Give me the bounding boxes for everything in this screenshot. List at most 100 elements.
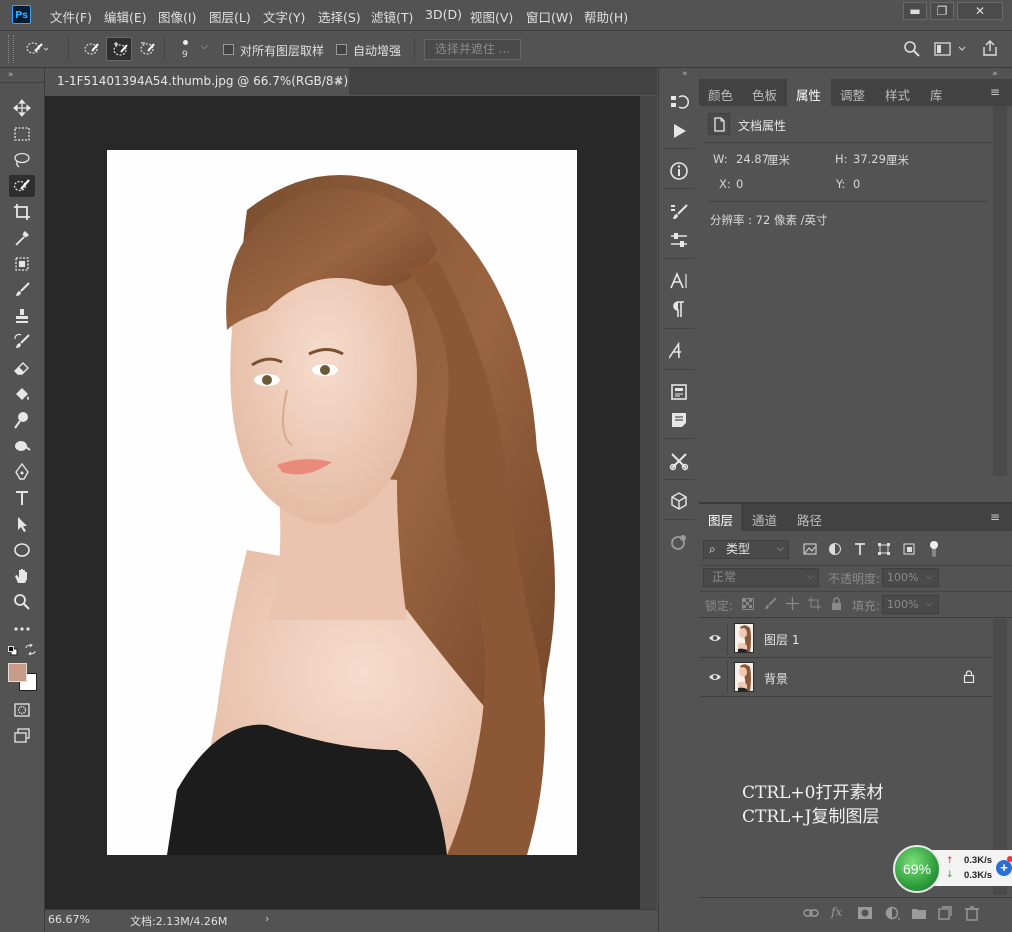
crop-tool[interactable] xyxy=(9,201,35,223)
plus-icon[interactable]: + xyxy=(996,860,1012,876)
link-layers-icon[interactable] xyxy=(803,905,819,921)
menu-filter[interactable]: 滤镜(T) xyxy=(371,7,413,26)
tool-preset-picker[interactable] xyxy=(20,37,49,61)
menu-type[interactable]: 文字(Y) xyxy=(263,7,305,26)
quick-selection-tool[interactable] xyxy=(9,175,35,197)
tab-layers[interactable]: 图层 xyxy=(708,510,733,529)
collapse-right-arrows-icon[interactable]: » xyxy=(992,69,998,79)
clone-stamp-tool[interactable] xyxy=(9,305,35,327)
auto-enhance-checkbox[interactable] xyxy=(336,44,347,55)
search-icon[interactable] xyxy=(903,40,921,58)
pen-tool[interactable] xyxy=(9,461,35,483)
layer-name[interactable]: 图层 1 xyxy=(764,631,799,648)
ellipse-tool[interactable] xyxy=(9,539,35,561)
lock-transparent-icon[interactable] xyxy=(742,598,754,610)
document-tab[interactable]: 1-1F51401394A54.thumb.jpg @ 66.7%(RGB/8#… xyxy=(45,68,349,115)
layer-filter-kind-select[interactable]: ⌕ 类型 ⌵ xyxy=(703,540,789,559)
paint-bucket-tool[interactable] xyxy=(9,383,35,405)
brush-settings-icon[interactable] xyxy=(668,229,690,251)
lock-all-icon[interactable] xyxy=(830,597,843,610)
filter-adjustment-icon[interactable] xyxy=(828,542,842,556)
opacity-input[interactable]: 100% ⌵ xyxy=(882,568,939,587)
history-brush-tool[interactable] xyxy=(9,331,35,353)
x-value[interactable]: 0 xyxy=(736,177,743,191)
maximize-button[interactable]: ❐ xyxy=(930,2,954,20)
workspace-switcher[interactable] xyxy=(933,40,967,58)
tab-styles[interactable]: 样式 xyxy=(885,85,910,104)
layer-name[interactable]: 背景 xyxy=(764,670,788,687)
blend-mode-select[interactable]: 正常 ⌵ xyxy=(703,568,819,587)
type-tool[interactable] xyxy=(9,487,35,509)
new-adjustment-layer-icon[interactable] xyxy=(885,905,901,921)
properties-scrollbar[interactable] xyxy=(993,106,1007,476)
options-grip[interactable] xyxy=(8,35,14,63)
notes-panel-icon[interactable] xyxy=(668,409,690,431)
menu-window[interactable]: 窗口(W) xyxy=(526,7,573,26)
menu-help[interactable]: 帮助(H) xyxy=(584,7,628,26)
width-value[interactable]: 24.87 xyxy=(736,152,769,166)
menu-select[interactable]: 选择(S) xyxy=(318,7,361,26)
menu-3d[interactable]: 3D(D) xyxy=(425,7,462,22)
add-mask-icon[interactable] xyxy=(857,905,873,921)
close-button[interactable]: ✕ xyxy=(957,2,1003,20)
collapse-arrows-icon[interactable]: » xyxy=(8,70,14,80)
sample-all-layers-checkbox[interactable] xyxy=(223,44,234,55)
new-layer-icon[interactable] xyxy=(937,905,953,921)
filter-smart-object-icon[interactable] xyxy=(902,542,916,556)
eye-visibility-icon[interactable] xyxy=(708,670,722,684)
vertical-scrollbar[interactable] xyxy=(640,96,657,909)
filter-toggle-switch[interactable] xyxy=(928,540,940,558)
close-tab-icon[interactable]: ✕ xyxy=(334,68,343,95)
eye-visibility-icon[interactable] xyxy=(708,631,722,645)
tab-properties[interactable]: 属性 xyxy=(796,85,821,104)
layer-row[interactable]: 背景 xyxy=(700,658,992,697)
collapse-left-arrows-icon[interactable]: « xyxy=(682,69,688,79)
height-value[interactable]: 37.29 xyxy=(853,152,886,166)
healing-brush-tool[interactable] xyxy=(9,253,35,275)
glyphs-panel-icon[interactable] xyxy=(668,340,690,362)
menu-edit[interactable]: 编辑(E) xyxy=(104,7,147,26)
eraser-tool[interactable] xyxy=(9,357,35,379)
history-panel-icon[interactable] xyxy=(668,91,690,113)
path-selection-tool[interactable] xyxy=(9,513,35,535)
memory-usage-badge[interactable]: 69% xyxy=(893,845,941,893)
menu-view[interactable]: 视图(V) xyxy=(470,7,513,26)
filter-type-icon[interactable] xyxy=(853,542,867,556)
3d-panel-icon[interactable] xyxy=(668,490,690,512)
select-and-mask-button[interactable]: 选择并遮住 ... xyxy=(424,39,521,60)
lock-pixels-icon[interactable] xyxy=(764,597,777,610)
tab-paths[interactable]: 路径 xyxy=(797,510,822,529)
filter-shape-icon[interactable] xyxy=(877,542,891,556)
swap-colors-icon[interactable] xyxy=(25,643,36,656)
quick-mask-button[interactable] xyxy=(9,699,35,721)
minimize-button[interactable]: ▬ xyxy=(903,2,927,20)
lasso-tool[interactable] xyxy=(9,149,35,171)
brushes-panel-icon[interactable] xyxy=(668,201,690,223)
libraries-panel-icon[interactable] xyxy=(668,381,690,403)
new-group-folder-icon[interactable] xyxy=(911,905,927,921)
dodge-tool[interactable] xyxy=(9,409,35,431)
character-panel-icon[interactable] xyxy=(668,270,690,292)
delete-layer-trash-icon[interactable] xyxy=(964,905,980,921)
tab-adjustments[interactable]: 调整 xyxy=(840,85,865,104)
zoom-tool[interactable] xyxy=(9,591,35,613)
info-panel-icon[interactable] xyxy=(668,160,690,182)
blur-tool[interactable] xyxy=(9,435,35,457)
marquee-tool[interactable] xyxy=(9,123,35,145)
lock-artboard-icon[interactable] xyxy=(808,597,821,610)
hand-tool[interactable] xyxy=(9,565,35,587)
share-icon[interactable] xyxy=(981,39,999,57)
lock-position-icon[interactable] xyxy=(786,597,799,610)
menu-file[interactable]: 文件(F) xyxy=(50,7,92,26)
foreground-color-swatch[interactable] xyxy=(8,663,27,682)
filter-pixel-icon[interactable] xyxy=(803,542,817,556)
default-colors-icon[interactable] xyxy=(8,645,18,656)
zoom-level[interactable]: 66.67% xyxy=(48,913,90,926)
tab-channels[interactable]: 通道 xyxy=(752,510,777,529)
menu-image[interactable]: 图像(I) xyxy=(158,7,196,26)
menu-layer[interactable]: 图层(L) xyxy=(209,7,251,26)
layers-panel-menu-icon[interactable]: ≡ xyxy=(990,510,1000,524)
tab-color[interactable]: 颜色 xyxy=(708,85,733,104)
layer-style-fx-icon[interactable]: fx xyxy=(831,905,847,921)
actions-play-icon[interactable] xyxy=(668,120,690,142)
